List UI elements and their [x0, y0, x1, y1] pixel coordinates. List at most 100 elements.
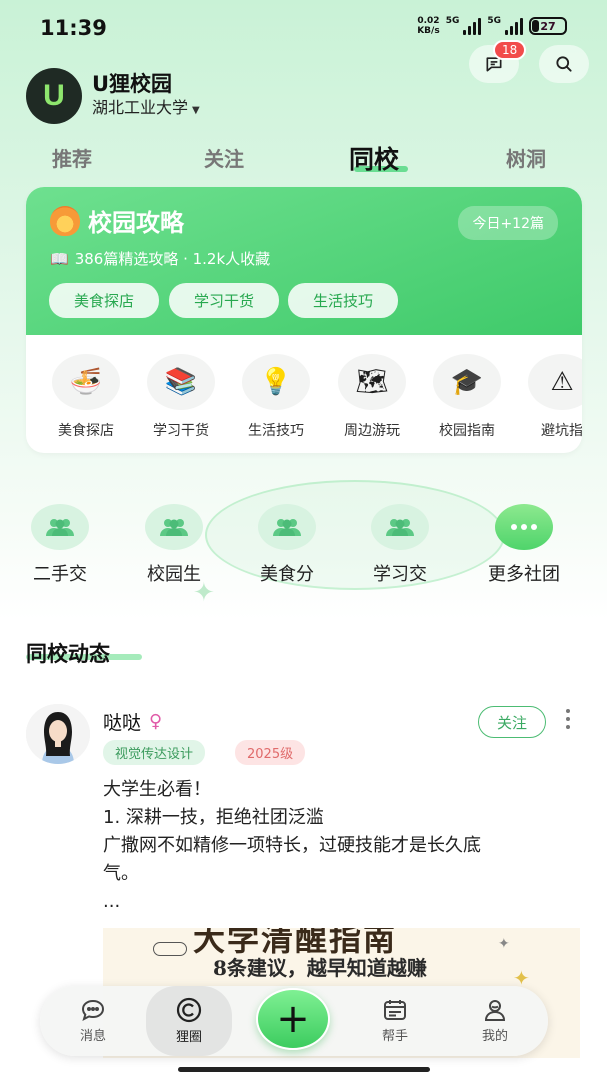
nav-circle[interactable]: 狸圈	[146, 986, 232, 1056]
school-name: 湖北工业大学	[92, 98, 189, 117]
section-title: 同校动态	[26, 642, 110, 666]
book-icon: 📖	[50, 249, 69, 268]
club-more[interactable]: 更多社团	[474, 504, 574, 586]
club-label: 学习交	[373, 564, 427, 585]
network-speed-unit: KB/s	[417, 26, 440, 36]
club-secondhand[interactable]: 二手交	[10, 504, 110, 586]
people-icon	[31, 504, 89, 550]
category-label: 周边游玩	[344, 423, 400, 439]
people-icon	[258, 504, 316, 550]
author-name: 哒哒	[103, 712, 142, 734]
club-label: 美食分	[260, 564, 314, 585]
chip-study[interactable]: 学习干货	[169, 283, 279, 318]
club-label: 二手交	[33, 564, 87, 585]
nav-label: 帮手	[381, 1029, 408, 1044]
caret-down-icon: ▼	[192, 105, 200, 116]
flame-mascot-icon	[50, 205, 80, 236]
sim2-label: 5G	[487, 16, 501, 26]
nav-label: 我的	[481, 1029, 508, 1044]
tab-recommend[interactable]: 推荐	[52, 143, 92, 172]
post-line: 广撒网不如精修一项特长，过硬技能才是长久底	[103, 835, 481, 856]
search-button[interactable]	[539, 45, 589, 83]
chip-life[interactable]: 生活技巧	[288, 283, 398, 318]
category-pitfalls[interactable]: ⚠ 避坑指	[522, 354, 582, 440]
map-icon: 🗺	[338, 354, 406, 410]
status-time: 11:39	[40, 16, 107, 40]
category-study[interactable]: 📚 学习干货	[141, 354, 221, 440]
nav-messages[interactable]: 消息	[50, 986, 136, 1056]
app-logo[interactable]: U	[26, 68, 82, 124]
club-food-share[interactable]: 美食分	[237, 504, 337, 586]
guide-card-header: 校园攻略 今日+12篇 📖 386篇精选攻略 · 1.2k人收藏 美食探店 学习…	[26, 187, 582, 335]
post-author[interactable]: 哒哒 ♀	[103, 708, 162, 735]
search-icon	[556, 56, 572, 72]
logo-letter: U	[43, 79, 65, 112]
battery-icon: 27	[529, 17, 567, 35]
nav-label: 狸圈	[175, 1030, 202, 1045]
network-speed: 0.02 KB/s	[417, 16, 439, 36]
avatar[interactable]	[26, 704, 90, 764]
post-line: 气。	[103, 863, 139, 884]
category-nearby[interactable]: 🗺 周边游玩	[332, 354, 412, 440]
message-badge: 18	[493, 40, 527, 60]
more-icon	[495, 504, 553, 550]
club-campus-life[interactable]: 校园生	[124, 504, 224, 586]
post-line: 大学生必看！	[103, 779, 211, 800]
guide-stats: 📖 386篇精选攻略 · 1.2k人收藏	[50, 248, 270, 269]
follow-button[interactable]: 关注	[478, 706, 546, 738]
signal-icon	[463, 17, 482, 35]
status-indicators: 0.02 KB/s 5G 5G 27	[417, 16, 567, 36]
warning-icon: ⚠	[528, 354, 582, 410]
plus-icon: +	[276, 996, 310, 1042]
category-food[interactable]: 🍜 美食探店	[46, 354, 126, 440]
signal-icon-2	[505, 17, 523, 35]
circle-icon	[176, 997, 202, 1023]
tab-following[interactable]: 关注	[204, 143, 244, 172]
chip-food[interactable]: 美食探店	[49, 283, 159, 318]
message-icon	[81, 999, 105, 1021]
club-label: 校园生	[147, 564, 201, 585]
nav-profile[interactable]: 我的	[452, 986, 538, 1056]
more-options-icon[interactable]	[563, 709, 573, 729]
nav-helper[interactable]: 帮手	[352, 986, 438, 1056]
tab-tree-hole[interactable]: 树洞	[506, 143, 546, 172]
create-post-button[interactable]: +	[256, 988, 330, 1050]
people-icon	[145, 504, 203, 550]
battery-level: 27	[540, 19, 556, 33]
profile-icon	[484, 1000, 506, 1021]
club-study-exchange[interactable]: 学习交	[350, 504, 450, 586]
post-image-subtitle: 8条建议，越早知道越赚	[213, 956, 427, 980]
category-campus-guide[interactable]: 🎓 校园指南	[427, 354, 507, 440]
post-line: 1. 深耕一技，拒绝社团泛滥	[103, 807, 324, 828]
sim1-label: 5G	[445, 16, 460, 26]
category-label: 生活技巧	[248, 423, 304, 439]
category-label: 美食探店	[58, 423, 114, 439]
guide-title: 校园攻略	[88, 209, 184, 237]
sparkle-icon: ✦	[498, 936, 510, 952]
major-tag: 视觉传达设计	[103, 740, 206, 765]
club-label: 更多社团	[488, 564, 560, 585]
tab-same-school[interactable]: 同校	[349, 140, 399, 176]
helper-icon	[384, 1000, 406, 1020]
lightbulb-icon: 💡	[242, 354, 310, 410]
books-icon: 📚	[147, 354, 215, 410]
guide-stats-text: 386篇精选攻略 · 1.2k人收藏	[74, 250, 271, 268]
noodle-icon: 🍜	[52, 354, 120, 410]
category-life[interactable]: 💡 生活技巧	[236, 354, 316, 440]
network-speed-value: 0.02	[417, 16, 440, 26]
school-selector[interactable]: 湖北工业大学 ▼	[92, 94, 200, 118]
post-line: ...	[103, 891, 121, 912]
category-label: 避坑指	[541, 423, 582, 439]
nav-label: 消息	[79, 1029, 106, 1044]
female-icon: ♀	[149, 711, 163, 732]
category-label: 学习干货	[153, 423, 209, 439]
grade-tag: 2025级	[235, 740, 306, 765]
campus-guide-card[interactable]: 校园攻略 今日+12篇 📖 386篇精选攻略 · 1.2k人收藏 美食探店 学习…	[26, 187, 582, 453]
category-label: 校园指南	[439, 423, 495, 439]
today-count-pill: 今日+12篇	[458, 206, 558, 240]
post-content[interactable]: 大学生必看！ 1. 深耕一技，拒绝社团泛滥 广撒网不如精修一项特长，过硬技能才是…	[103, 776, 583, 916]
cloud-icon	[153, 942, 187, 956]
home-indicator[interactable]	[178, 1067, 430, 1072]
graduation-cap-icon: 🎓	[433, 354, 501, 410]
people-icon	[371, 504, 429, 550]
